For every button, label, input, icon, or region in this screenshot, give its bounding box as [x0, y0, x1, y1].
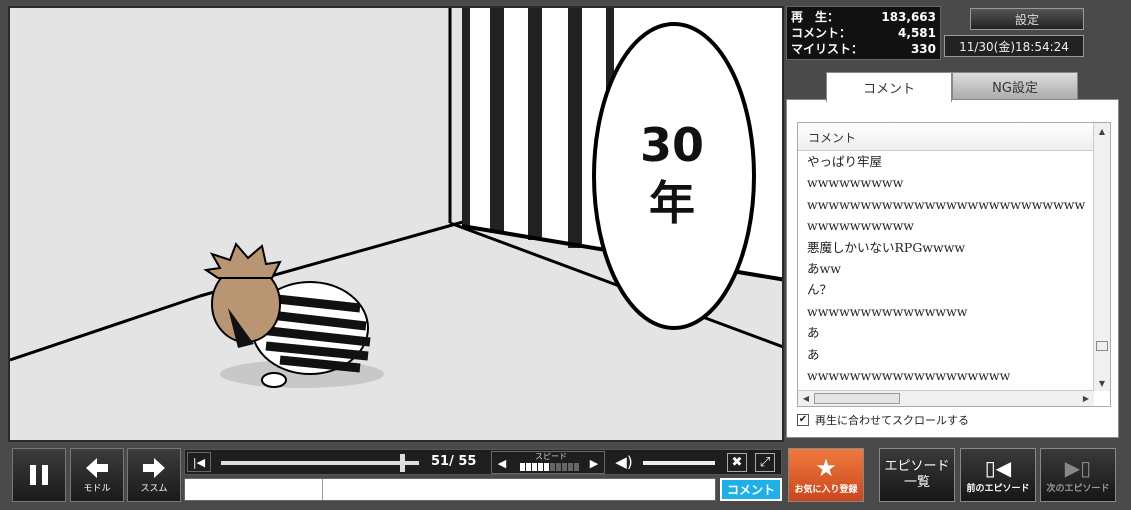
- time-total: 55: [458, 454, 477, 469]
- prev-episode-icon: ▯◀: [984, 455, 1012, 480]
- comment-row[interactable]: あww: [807, 258, 1093, 279]
- settings-button[interactable]: 設定: [970, 8, 1084, 30]
- comment-row[interactable]: あ: [807, 344, 1093, 365]
- speed-label: スピード: [535, 452, 567, 461]
- speed-segment: [544, 463, 549, 471]
- prev-episode-label: 前のエピソード: [966, 483, 1030, 494]
- speech-bubble-text: 30 年: [639, 118, 704, 230]
- comment-row[interactable]: 悪魔しかいないRPGwwww: [807, 237, 1093, 258]
- comment-row[interactable]: wwwwwwwwwwwwwwwwwwwwwwwwww: [807, 194, 1093, 215]
- time-display: 51/ 55: [431, 454, 477, 469]
- speed-segment: [538, 463, 543, 471]
- skip-to-start-icon[interactable]: |◀: [187, 452, 211, 472]
- back-button[interactable]: モドル: [70, 448, 124, 502]
- comment-input[interactable]: [184, 478, 716, 501]
- star-icon: ★: [815, 453, 837, 482]
- tab-comment[interactable]: コメント: [826, 72, 952, 102]
- favorite-button[interactable]: ★ お気に入り登録: [788, 448, 864, 502]
- mylist-count: 330: [910, 42, 936, 56]
- comment-row[interactable]: wwwwwwwwwwwwwwwwwww: [807, 365, 1093, 386]
- scroll-up-icon[interactable]: ▲: [1094, 123, 1110, 139]
- scroll-down-icon[interactable]: ▼: [1094, 375, 1110, 391]
- comment-list[interactable]: コメント やっぱり牢屋 wwwwwwwww wwwwwwwwwwwwwwwwww…: [797, 122, 1111, 407]
- seek-bar[interactable]: [221, 461, 419, 465]
- datetime-display: 11/30(金)18:54:24: [944, 35, 1084, 57]
- horizontal-scroll-thumb[interactable]: [814, 393, 900, 404]
- vertical-scrollbar[interactable]: ▲ ▼: [1093, 123, 1110, 391]
- speed-segment: [526, 463, 531, 471]
- speed-up-icon[interactable]: ▶: [586, 455, 602, 471]
- comment-row[interactable]: あ: [807, 322, 1093, 343]
- comments-count: 4,581: [898, 26, 936, 40]
- arrow-left-icon: [86, 457, 108, 478]
- comment-row[interactable]: wwwwwwwwwwwwwww: [807, 301, 1093, 322]
- vertical-scroll-thumb[interactable]: [1096, 341, 1108, 351]
- pause-icon: [30, 465, 48, 485]
- command-field[interactable]: [185, 479, 323, 500]
- video-viewer[interactable]: 30 年: [8, 6, 784, 442]
- comment-panel: コメント やっぱり牢屋 wwwwwwwww wwwwwwwwwwwwwwwwww…: [786, 99, 1119, 438]
- tab-ng-settings[interactable]: NG設定: [952, 72, 1078, 100]
- volume-icon[interactable]: ◀): [613, 453, 635, 471]
- comments-label: コメント：: [791, 26, 852, 40]
- sync-scroll-label: 再生に合わせてスクロールする: [815, 414, 969, 427]
- speed-segment: [550, 463, 555, 471]
- episode-list-label-2: 一覧: [903, 475, 930, 490]
- comment-row[interactable]: wwwwwwwwww: [807, 215, 1093, 236]
- arrow-right-icon: [143, 457, 165, 478]
- speed-segment: [532, 463, 537, 471]
- speed-segment: [520, 463, 525, 471]
- forward-label: ススム: [140, 483, 168, 494]
- next-episode-button[interactable]: ▶▯ 次のエピソード: [1040, 448, 1116, 502]
- scroll-right-icon[interactable]: ▶: [1078, 391, 1094, 406]
- episode-list-label-1: エピソード: [884, 459, 950, 474]
- comment-send-button[interactable]: コメント: [720, 478, 782, 501]
- comment-row[interactable]: wwwwwwwww: [807, 172, 1093, 193]
- mylist-label: マイリスト：: [791, 42, 864, 56]
- views-label: 再 生：: [791, 10, 840, 24]
- sync-scroll-option[interactable]: ✔ 再生に合わせてスクロールする: [797, 412, 969, 428]
- back-label: モドル: [83, 483, 111, 494]
- favorite-label: お気に入り登録: [794, 484, 858, 495]
- speed-segment: [556, 463, 561, 471]
- volume-slider[interactable]: [643, 461, 715, 465]
- fullscreen-icon[interactable]: ⤢: [755, 453, 775, 472]
- sync-scroll-checkbox[interactable]: ✔: [797, 414, 809, 426]
- horizontal-scrollbar[interactable]: ◀ ▶: [798, 390, 1094, 406]
- speed-segment: [568, 463, 573, 471]
- next-episode-label: 次のエピソード: [1046, 483, 1110, 494]
- prev-episode-button[interactable]: ▯◀ 前のエピソード: [960, 448, 1036, 502]
- seekbar-area: |◀ 51/ 55 ◀ スピード ▶ ◀) ✖ ⤢: [184, 449, 782, 475]
- comment-toggle-icon[interactable]: ✖: [727, 453, 747, 472]
- next-episode-icon: ▶▯: [1064, 455, 1092, 480]
- video-stats: 再 生： 183,663 コメント： 4,581 マイリスト： 330: [786, 6, 941, 60]
- comment-row[interactable]: やっぱり牢屋: [807, 151, 1093, 172]
- speed-segment: [562, 463, 567, 471]
- pause-button[interactable]: [12, 448, 66, 502]
- speed-segment: [574, 463, 579, 471]
- time-current: 51: [431, 454, 450, 469]
- comment-column-header[interactable]: コメント: [798, 123, 1094, 151]
- scroll-left-icon[interactable]: ◀: [798, 391, 814, 406]
- speed-down-icon[interactable]: ◀: [494, 455, 510, 471]
- views-count: 183,663: [881, 10, 936, 24]
- forward-button[interactable]: ススム: [127, 448, 181, 502]
- episode-list-button[interactable]: エピソード 一覧: [879, 448, 955, 502]
- speed-control: ◀ スピード ▶: [491, 451, 605, 474]
- comment-row[interactable]: ん？: [807, 279, 1093, 300]
- seek-handle[interactable]: [400, 454, 405, 472]
